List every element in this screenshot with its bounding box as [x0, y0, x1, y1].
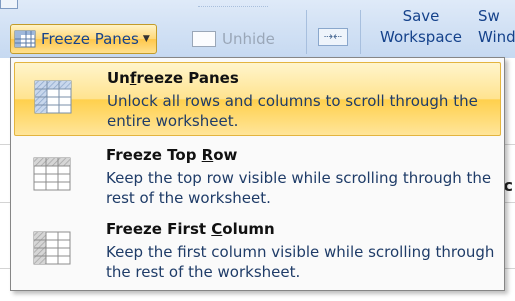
freeze-panes-menu: Unfreeze Panes Unlock all rows and colum… [10, 57, 505, 291]
menu-item-title: Freeze Top Row [106, 146, 237, 164]
unhide-button[interactable]: Unhide [192, 26, 275, 52]
title-text: reeze Panes [136, 69, 239, 87]
ribbon-separator [306, 10, 307, 54]
title-text: Freeze Top [106, 146, 202, 164]
unhide-window-icon [192, 31, 216, 47]
title-text: olumn [222, 220, 275, 238]
title-text: ow [213, 146, 238, 164]
switch-windows-button[interactable]: Sw Wind [478, 6, 515, 48]
accelerator-key: R [201, 146, 214, 164]
ribbon-partial-control [0, 0, 18, 9]
menu-item-description: Unlock all rows and columns to scroll th… [107, 92, 478, 130]
ribbon: Freeze Panes ▼ Unhide ⇢⇠ Save Workspace … [0, 0, 515, 59]
unfreeze-panes-icon [34, 80, 72, 114]
save-workspace-label-line2: Workspace [380, 28, 462, 46]
accelerator-key: C [211, 220, 223, 238]
freeze-panes-button[interactable]: Freeze Panes ▼ [10, 24, 157, 54]
menu-item-description: Keep the top row visible while scrolling… [106, 169, 492, 207]
menu-item-description: Keep the first column visible while scro… [106, 243, 495, 281]
title-text: Freeze First [106, 220, 212, 238]
menu-item-unfreeze-panes[interactable]: Unfreeze Panes Unlock all rows and colum… [14, 62, 501, 136]
ribbon-separator [360, 10, 361, 54]
freeze-top-row-icon [33, 157, 71, 191]
switch-windows-label-line1: Sw [478, 7, 500, 25]
freeze-panes-icon [14, 30, 36, 48]
freeze-first-column-icon [33, 231, 71, 265]
menu-item-freeze-top-row[interactable]: Freeze Top Row Keep the top row visible … [14, 140, 501, 214]
unhide-label: Unhide [222, 30, 275, 48]
menu-item-freeze-first-column[interactable]: Freeze First Column Keep the first colum… [14, 214, 501, 288]
save-workspace-label-line1: Save [402, 7, 440, 25]
chevron-down-icon: ▼ [142, 34, 150, 44]
switch-windows-label-line2: Wind [478, 28, 515, 46]
save-workspace-button[interactable]: Save Workspace [366, 6, 476, 48]
menu-item-title: Freeze First Column [106, 220, 275, 238]
freeze-panes-label: Freeze Panes [41, 30, 139, 48]
title-text: Un [107, 69, 130, 87]
arrange-windows-icon[interactable]: ⇢⇠ [318, 28, 348, 46]
ribbon-divider-dots [198, 6, 268, 11]
menu-item-title: Unfreeze Panes [107, 69, 239, 87]
